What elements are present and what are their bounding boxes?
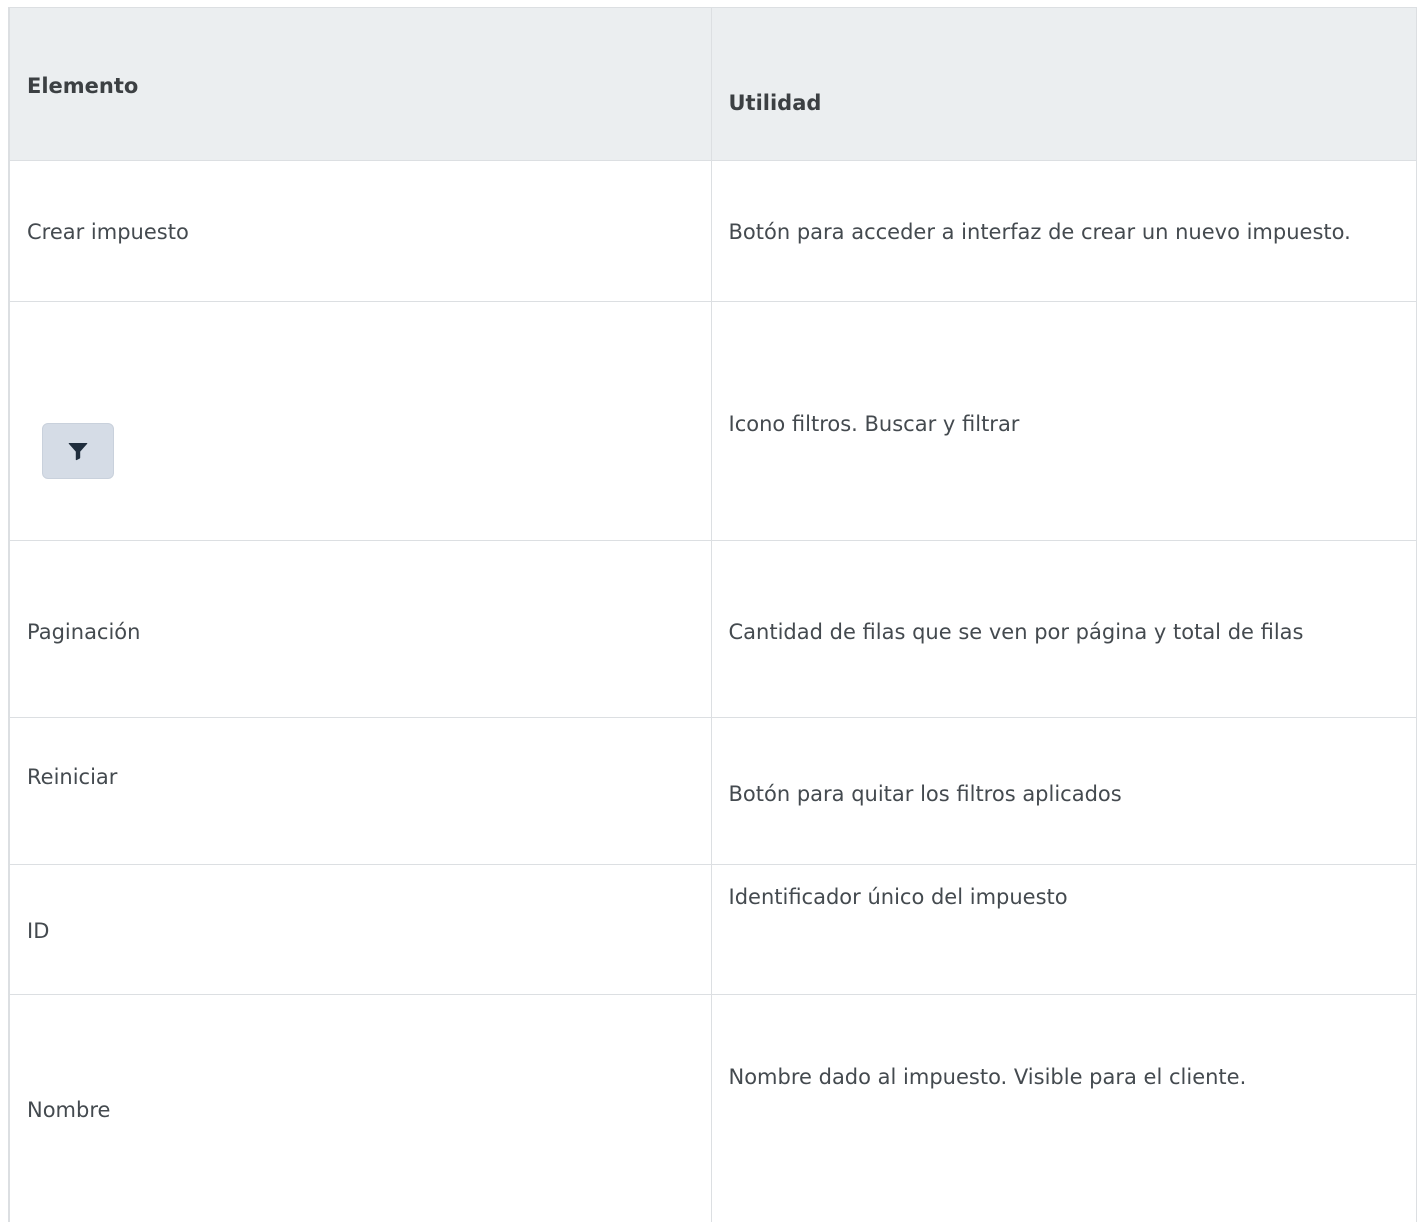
utility-cell: Cantidad de filas que se ven por página …: [710, 540, 1417, 718]
header-elemento: Elemento: [8, 7, 712, 161]
element-paginacion: Paginación: [27, 620, 141, 644]
element-nombre: Nombre: [27, 1098, 111, 1122]
filter-icon: [68, 443, 88, 461]
header-utilidad: Utilidad: [710, 7, 1417, 161]
element-cell: [8, 301, 712, 541]
utility-cell: Identificador único del impuesto: [710, 864, 1417, 995]
table-row: Reiniciar Botón para quitar los filtros …: [8, 717, 1417, 865]
element-cell: Reiniciar: [8, 717, 712, 865]
utility-text: Botón para quitar los filtros aplicados: [728, 782, 1122, 806]
element-cell: Nombre: [8, 994, 712, 1222]
element-cell: ID: [8, 864, 712, 995]
table-row: Paginación Cantidad de filas que se ven …: [8, 540, 1417, 718]
header-elemento-label: Elemento: [27, 74, 139, 98]
utility-cell: Nombre dado al impuesto. Visible para el…: [710, 994, 1417, 1222]
utility-text: Botón para acceder a interfaz de crear u…: [728, 220, 1351, 244]
utility-cell: Botón para acceder a interfaz de crear u…: [710, 160, 1417, 302]
element-crear-impuesto: Crear impuesto: [27, 220, 189, 244]
table-row: Nombre Nombre dado al impuesto. Visible …: [8, 994, 1417, 1222]
element-cell: Crear impuesto: [8, 160, 712, 302]
utility-cell: Icono filtros. Buscar y filtrar: [710, 301, 1417, 541]
table-header-row: Elemento Utilidad: [8, 7, 1417, 161]
utility-text: Identificador único del impuesto: [728, 885, 1068, 909]
table-row: Icono filtros. Buscar y filtrar: [8, 301, 1417, 541]
elements-table: Elemento Utilidad Crear impuesto Botón p…: [8, 7, 1417, 1222]
utility-text: Cantidad de filas que se ven por página …: [728, 620, 1304, 644]
element-cell: Paginación: [8, 540, 712, 718]
table-row: Crear impuesto Botón para acceder a inte…: [8, 160, 1417, 302]
element-reiniciar: Reiniciar: [27, 765, 118, 789]
filter-button[interactable]: [42, 423, 114, 479]
table-row: ID Identificador único del impuesto: [8, 864, 1417, 995]
utility-cell: Botón para quitar los filtros aplicados: [710, 717, 1417, 865]
utility-text: Icono filtros. Buscar y filtrar: [728, 412, 1020, 436]
header-utilidad-label: Utilidad: [728, 91, 822, 115]
utility-text: Nombre dado al impuesto. Visible para el…: [728, 1065, 1247, 1089]
element-id: ID: [27, 919, 50, 943]
